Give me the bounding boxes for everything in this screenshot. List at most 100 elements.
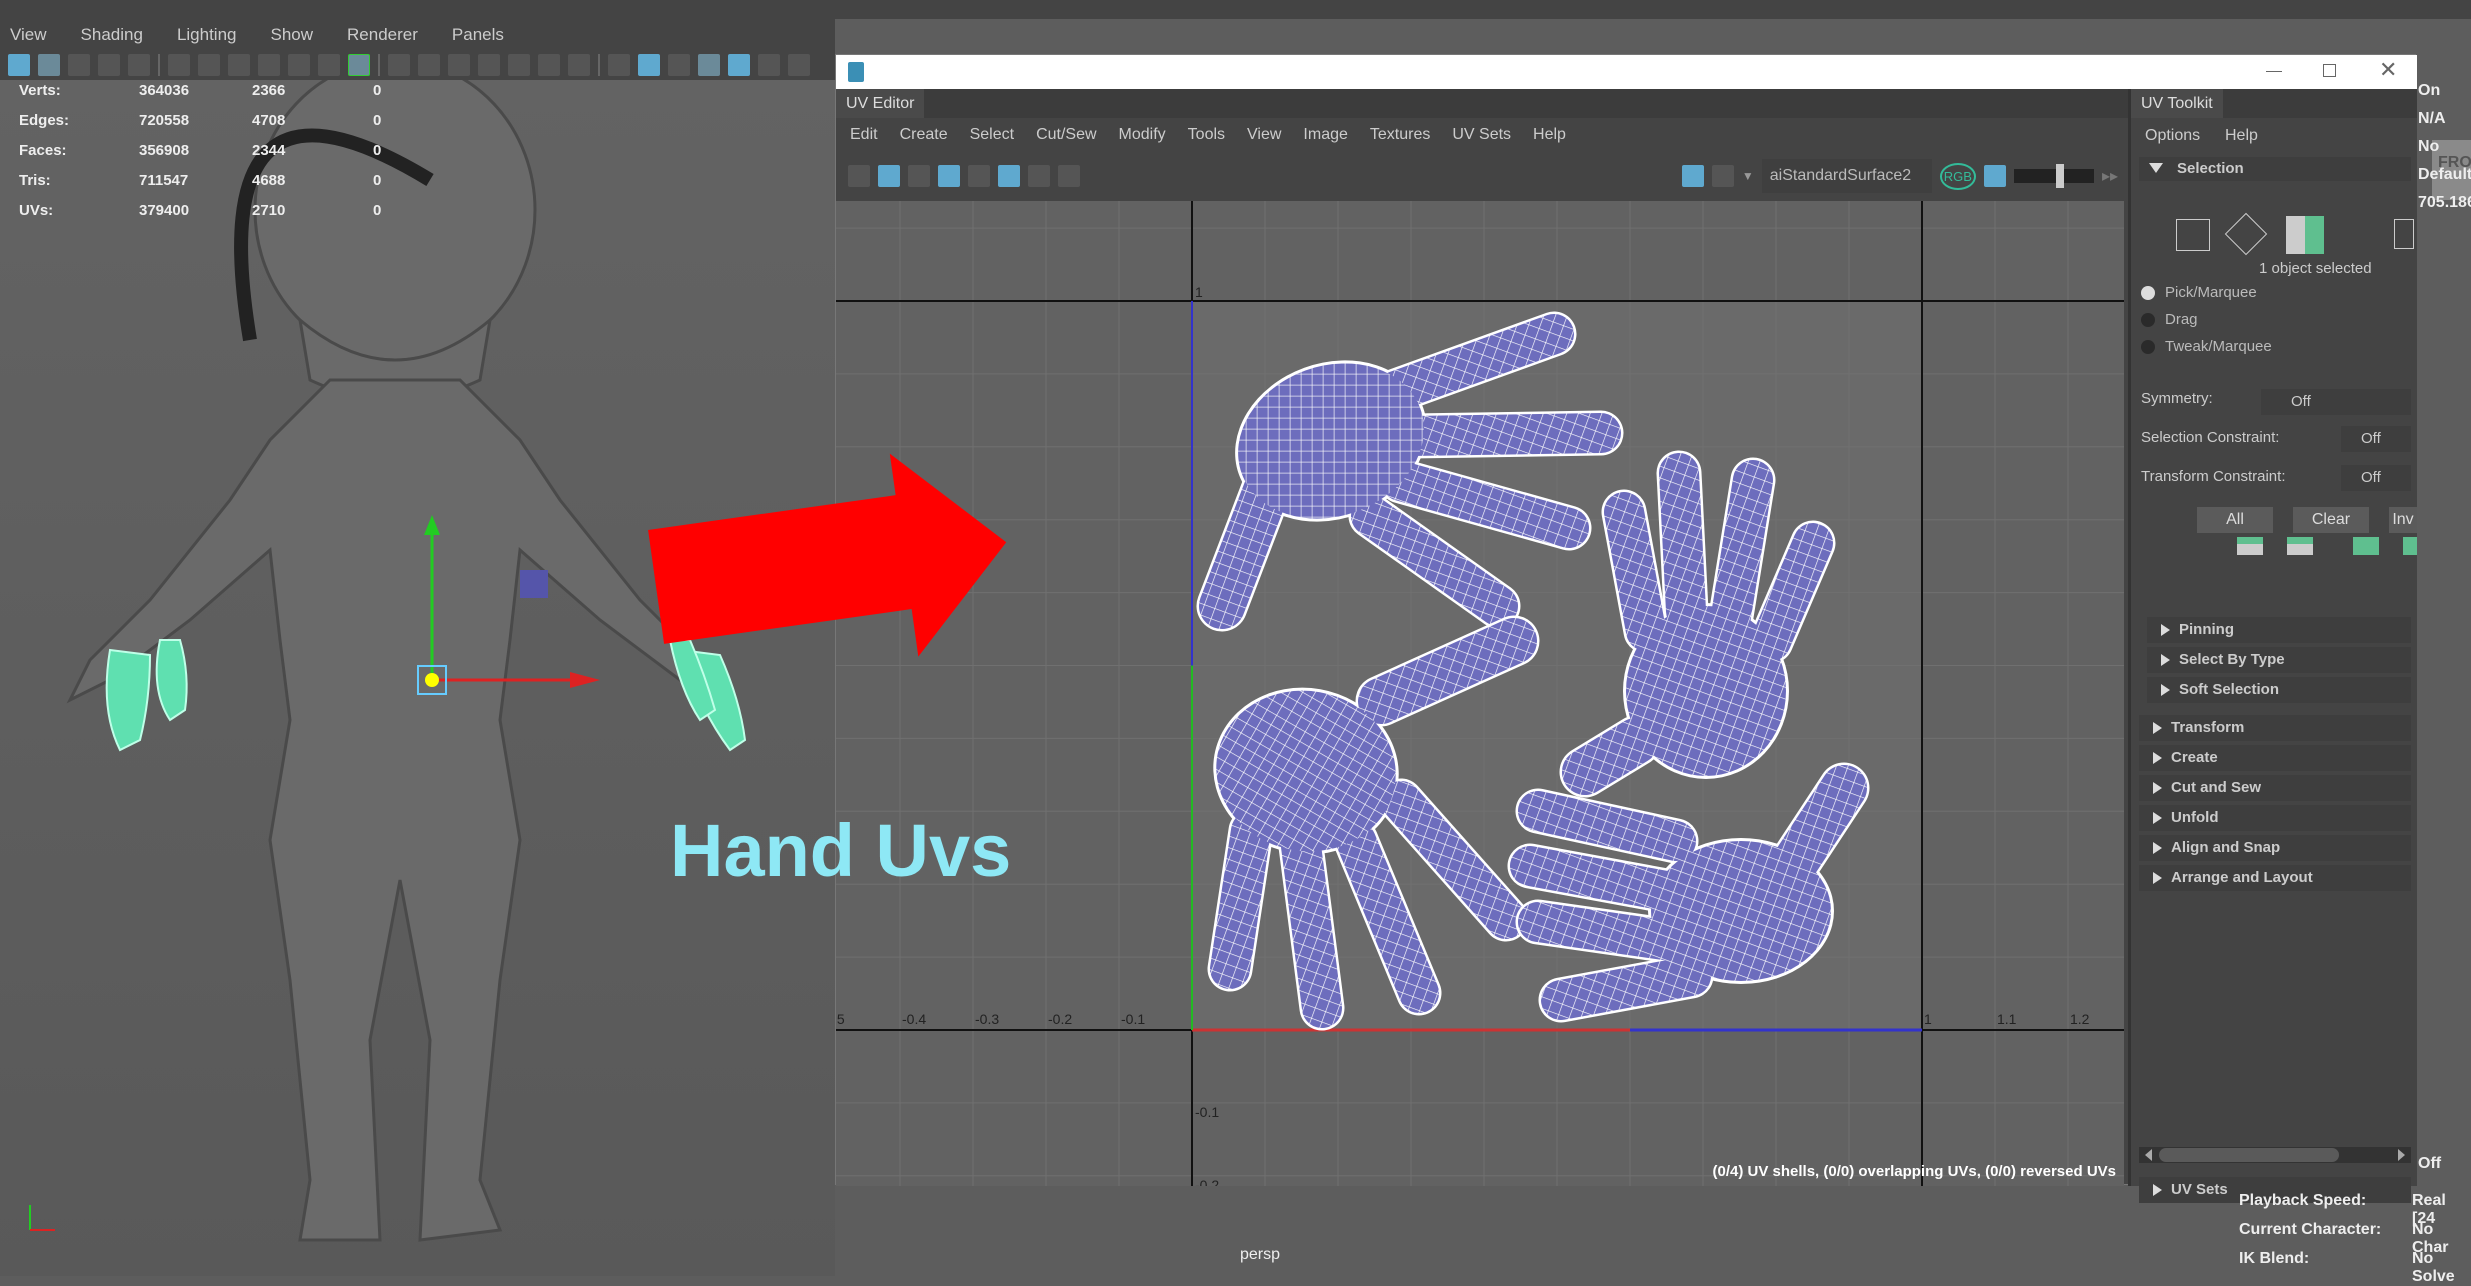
- hud-value: Default: [2418, 166, 2471, 183]
- selection-count: 1 object selected: [2259, 260, 2372, 277]
- scrollbar-thumb[interactable]: [2159, 1148, 2339, 1162]
- maximize-icon[interactable]: [2323, 64, 2336, 77]
- hud-value: No Solve: [2412, 1250, 2455, 1285]
- finger-shell: [1510, 846, 1686, 911]
- menu-help[interactable]: Help: [1533, 126, 1566, 144]
- radio-label: Tweak/Marquee: [2165, 338, 2272, 355]
- symmetry-value: Off: [2291, 393, 2311, 410]
- radio-tweak-marquee[interactable]: [2141, 340, 2155, 354]
- menu-textures[interactable]: Textures: [1370, 126, 1430, 144]
- transform-constraint-label: Transform Constraint:: [2141, 468, 2286, 485]
- finger-shell: [1210, 811, 1271, 989]
- select-all-button[interactable]: All: [2197, 507, 2273, 533]
- finger-shell: [1518, 902, 1691, 961]
- finger-shell: [1562, 718, 1659, 795]
- u-tick-label: -0.2: [1048, 1011, 1072, 1027]
- invert-button[interactable]: Inv: [2389, 507, 2417, 533]
- annotation-overlay: [648, 453, 1007, 657]
- subsection-soft-selection[interactable]: Soft Selection: [2147, 677, 2411, 703]
- hud-label: Playback Speed:: [2239, 1192, 2367, 1209]
- section-create[interactable]: Create: [2139, 745, 2411, 771]
- v-tick-label: -0.2: [1195, 1177, 1219, 1186]
- grow-region-icon[interactable]: [2403, 537, 2417, 555]
- section-title: Selection: [2177, 160, 2244, 177]
- exposure-slider[interactable]: [2013, 164, 2094, 188]
- minimize-icon[interactable]: [2266, 71, 2282, 72]
- u-tick-label: .5: [836, 1011, 845, 1027]
- section-align-and-snap[interactable]: Align and Snap: [2139, 835, 2411, 861]
- hud-label: IK Blend:: [2239, 1250, 2310, 1267]
- lasso-select-icon[interactable]: [2224, 212, 2268, 256]
- hud-label: Current Character:: [2239, 1221, 2382, 1238]
- section-transform[interactable]: Transform: [2139, 715, 2411, 741]
- radio-label: Drag: [2165, 311, 2198, 328]
- selection-constraint-value: Off: [2361, 430, 2381, 447]
- u-tick-label: 1: [1924, 1011, 1932, 1027]
- transform-constraint-value: Off: [2361, 469, 2381, 486]
- red-arrow: [648, 453, 1007, 657]
- selection-section-header[interactable]: Selection: [2139, 157, 2411, 181]
- v-tick-label: 1: [1195, 284, 1203, 300]
- symmetry-dropdown[interactable]: Off: [2261, 389, 2411, 415]
- menu-uv-sets[interactable]: UV Sets: [1452, 126, 1511, 144]
- finger-shell: [1711, 460, 1773, 636]
- u-tick-label: -0.4: [902, 1011, 926, 1027]
- u-tick-label: 1.2: [2070, 1011, 2090, 1027]
- finger-shell: [1541, 956, 1711, 1020]
- selection-constraint-dropdown[interactable]: Off: [2341, 426, 2411, 452]
- symmetry-label: Symmetry:: [2141, 390, 2213, 407]
- hud-value: N/A: [2418, 110, 2446, 127]
- section-unfold[interactable]: Unfold: [2139, 805, 2411, 831]
- grow-selection-icon[interactable]: [2353, 537, 2379, 555]
- menu-modify[interactable]: Modify: [1119, 126, 1166, 144]
- uv-toolkit-panel: UV Toolkit Options Help Selection 1 obje…: [2128, 89, 2417, 1203]
- finger-shell: [1604, 492, 1666, 651]
- shrink-selection-icon[interactable]: [2237, 537, 2263, 555]
- section-arrange-and-layout[interactable]: Arrange and Layout: [2139, 865, 2411, 891]
- radio-label: Pick/Marquee: [2165, 284, 2257, 301]
- hud-value: Off: [2418, 1155, 2442, 1172]
- finger-shell: [1659, 453, 1706, 631]
- close-icon[interactable]: ✕: [2379, 57, 2397, 83]
- menu-view[interactable]: View: [1247, 126, 1281, 144]
- radio-pick-marquee[interactable]: [2141, 286, 2155, 300]
- horizontal-scrollbar[interactable]: [2139, 1147, 2411, 1163]
- menu-help[interactable]: Help: [2225, 127, 2258, 145]
- chevron-down-icon: [2149, 163, 2163, 173]
- dropdown-arrow-icon[interactable]: ▼: [1742, 169, 1754, 183]
- material-selector[interactable]: aiStandardSurface2: [1761, 159, 1932, 193]
- finger-shell: [1391, 413, 1621, 456]
- u-tick-label: 1.1: [1997, 1011, 2017, 1027]
- camera-name: persp: [1240, 1246, 1281, 1263]
- subsection-pinning[interactable]: Pinning: [2147, 617, 2411, 643]
- section-cut-and-sew[interactable]: Cut and Sew: [2139, 775, 2411, 801]
- rgb-channel-button[interactable]: RGB: [1939, 162, 1976, 190]
- image-display-icon[interactable]: [1983, 165, 2006, 187]
- hud-value: No: [2418, 138, 2440, 155]
- subsection-select-by-type[interactable]: Select By Type: [2147, 647, 2411, 673]
- hud-value: 705.186: [2418, 194, 2471, 211]
- u-tick-label: -0.1: [1121, 1011, 1145, 1027]
- menu-options[interactable]: Options: [2145, 127, 2200, 145]
- hud-value: On: [2418, 82, 2441, 99]
- transform-constraint-dropdown[interactable]: Off: [2341, 465, 2411, 491]
- radio-drag[interactable]: [2141, 313, 2155, 327]
- marquee-select-icon[interactable]: [2176, 219, 2210, 251]
- checker-icon[interactable]: [1711, 165, 1734, 187]
- palm-shell: [1651, 841, 1831, 981]
- u-tick-label: -0.3: [975, 1011, 999, 1027]
- shell-select-icon[interactable]: [2286, 216, 2324, 254]
- finger-shell: [1281, 826, 1342, 1028]
- checker-select-icon[interactable]: [2394, 219, 2414, 249]
- v-tick-label: -0.1: [1195, 1104, 1219, 1120]
- tab-uv-toolkit[interactable]: UV Toolkit: [2131, 89, 2223, 118]
- toolbar-overflow-icon[interactable]: ▸▸: [2102, 166, 2118, 186]
- uv-status-text: (0/4) UV shells, (0/0) overlapping UVs, …: [1712, 1163, 2116, 1180]
- shrink-region-icon[interactable]: [2287, 537, 2313, 555]
- menu-tools[interactable]: Tools: [1188, 126, 1225, 144]
- clear-button[interactable]: Clear: [2293, 507, 2369, 533]
- hand-uvs-caption: Hand Uvs: [670, 809, 1012, 892]
- palm-shell: [1626, 606, 1786, 776]
- menu-image[interactable]: Image: [1303, 126, 1347, 144]
- display-image-icon[interactable]: [1681, 165, 1704, 187]
